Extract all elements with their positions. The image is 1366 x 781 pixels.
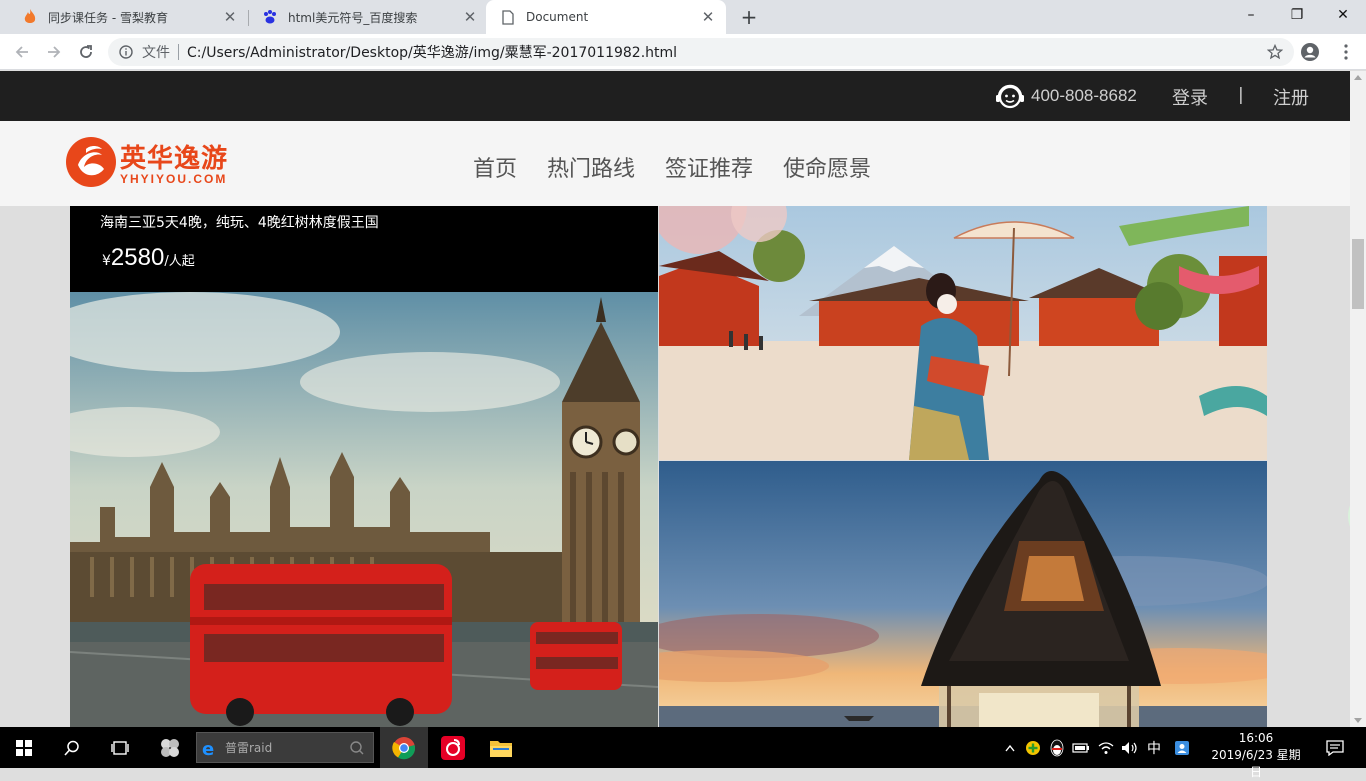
reload-icon xyxy=(80,45,92,58)
nav-home[interactable]: 首页 xyxy=(473,151,517,183)
ime-indicator[interactable]: 中 xyxy=(1142,727,1166,768)
taskbar-search-box[interactable]: e 普雷raid xyxy=(196,732,374,763)
task-view-icon xyxy=(111,740,129,755)
island-tour-image[interactable] xyxy=(659,461,1267,727)
tab-baidu[interactable]: html美元符号_百度搜索 ✕ xyxy=(248,0,488,34)
tour-title: 海南三亚5天4晚，纯玩、4晚红树林度假王国 xyxy=(100,215,379,231)
search-icon xyxy=(64,740,79,756)
tab-document[interactable]: Document ✕ xyxy=(486,0,726,34)
file-explorer-button[interactable] xyxy=(478,727,524,768)
site-header: 英华逸游 YHYIYOU.COM 首页 热门路线 签证推荐 使命愿景 xyxy=(0,121,1350,206)
tray-app-2[interactable] xyxy=(1046,727,1068,768)
notification-icon xyxy=(1326,739,1344,756)
brand-domain: YHYIYOU.COM xyxy=(120,172,228,186)
volume-icon[interactable] xyxy=(1118,727,1142,768)
app-360-button[interactable] xyxy=(148,727,192,768)
tab-label: 同步课任务 - 雪梨教育 xyxy=(48,10,168,25)
baidu-paw-icon xyxy=(262,9,278,25)
chevron-up-icon xyxy=(1005,744,1015,751)
price-unit: /人起 xyxy=(164,254,195,269)
tray-app-3[interactable] xyxy=(1170,727,1194,768)
hotline-number: 400-808-8682 xyxy=(1031,86,1137,105)
register-link[interactable]: 注册 xyxy=(1273,84,1309,110)
featured-tour-card[interactable]: 海南三亚5天4晚，纯玩、4晚红树林度假王国 ¥2580/人起 xyxy=(70,206,658,292)
minimize-button[interactable]: – xyxy=(1228,0,1274,30)
restore-button[interactable]: ❐ xyxy=(1274,0,1320,30)
nav-visa[interactable]: 签证推荐 xyxy=(665,151,753,183)
reload-button[interactable] xyxy=(74,40,98,64)
netease-music-button[interactable] xyxy=(430,727,476,768)
site-topbar: 400-808-8682 登录 | 注册 xyxy=(0,71,1350,121)
omnibox-divider xyxy=(178,44,179,60)
show-hidden-icons-button[interactable] xyxy=(1000,727,1020,768)
account-avatar-icon[interactable] xyxy=(1300,42,1320,62)
close-tab-icon[interactable]: ✕ xyxy=(700,9,716,25)
start-button[interactable] xyxy=(0,727,48,768)
green-plus-icon xyxy=(1026,740,1040,755)
flame-icon xyxy=(22,9,38,25)
topbar-separator: | xyxy=(1238,85,1244,105)
url-text[interactable]: C:/Users/Administrator/Desktop/英华逸游/img/… xyxy=(187,42,1262,62)
tray-app-1[interactable] xyxy=(1022,727,1044,768)
search-magnifier-icon xyxy=(350,740,364,754)
document-icon xyxy=(500,9,516,25)
brand-logo-icon[interactable] xyxy=(64,135,118,189)
japan-tour-image[interactable] xyxy=(659,206,1267,460)
customer-service-icon xyxy=(996,84,1024,109)
chrome-taskbar-button[interactable] xyxy=(380,727,428,768)
close-tab-icon[interactable]: ✕ xyxy=(462,9,478,25)
contact-card-icon xyxy=(1175,740,1189,755)
browser-tabstrip: 同步课任务 - 雪梨教育 ✕ html美元符号_百度搜索 ✕ Document … xyxy=(0,0,1366,34)
back-button[interactable] xyxy=(10,40,34,64)
close-window-button[interactable]: ✕ xyxy=(1320,0,1366,30)
clock-time: 16:06 xyxy=(1238,731,1274,745)
close-tab-icon[interactable]: ✕ xyxy=(222,9,238,25)
scroll-down-arrow-icon[interactable] xyxy=(1354,718,1362,723)
forward-button[interactable] xyxy=(42,40,66,64)
browser-menu-icon[interactable] xyxy=(1336,42,1356,62)
browser-toolbar: 文件 C:/Users/Administrator/Desktop/英华逸游/i… xyxy=(0,34,1366,70)
login-link[interactable]: 登录 xyxy=(1172,84,1208,110)
folder-icon xyxy=(490,740,512,757)
taskbar-clock[interactable]: 16:06 2019/6/23 星期日 xyxy=(1206,730,1306,781)
tour-price: ¥2580/人起 xyxy=(102,244,195,272)
taskbar-search-text: 普雷raid xyxy=(225,741,273,755)
svg-text:e: e xyxy=(202,739,214,757)
brand-name[interactable]: 英华逸游 xyxy=(120,138,228,175)
windows-taskbar: e 普雷raid 中 16:06 2019/6/23 星期日 xyxy=(0,727,1366,779)
windows-logo-icon xyxy=(16,739,32,756)
scrollbar-thumb[interactable] xyxy=(1352,239,1364,309)
battery-icon[interactable] xyxy=(1070,727,1092,768)
forward-arrow-icon xyxy=(48,46,61,58)
wifi-icon[interactable] xyxy=(1094,727,1118,768)
search-button[interactable] xyxy=(48,727,96,768)
nav-mission[interactable]: 使命愿景 xyxy=(783,151,871,183)
back-arrow-icon xyxy=(15,46,28,58)
address-bar[interactable]: 文件 C:/Users/Administrator/Desktop/英华逸游/i… xyxy=(108,38,1294,66)
currency-symbol: ¥ xyxy=(102,253,111,269)
london-tour-image[interactable] xyxy=(70,292,658,727)
music-app-icon xyxy=(441,735,465,760)
action-center-button[interactable] xyxy=(1320,727,1350,768)
tab-label: html美元符号_百度搜索 xyxy=(288,10,418,25)
chrome-icon xyxy=(392,736,416,759)
scheme-label: 文件 xyxy=(142,45,170,61)
nav-hot-routes[interactable]: 热门路线 xyxy=(547,151,635,183)
price-value: 2580 xyxy=(110,244,165,271)
tab-label: Document xyxy=(526,10,589,24)
new-tab-button[interactable]: + xyxy=(738,6,760,28)
scroll-up-arrow-icon[interactable] xyxy=(1354,75,1362,80)
clock-date: 2019/6/23 星期日 xyxy=(1211,748,1301,779)
bookmark-star-icon[interactable] xyxy=(1262,39,1288,65)
flower-app-icon xyxy=(161,738,179,757)
ie-browser-icon: e xyxy=(202,739,214,757)
info-icon[interactable] xyxy=(118,44,134,60)
page-scrollbar[interactable] xyxy=(1350,71,1366,727)
tab-xueli[interactable]: 同步课任务 - 雪梨教育 ✕ xyxy=(8,0,248,34)
qq-penguin-icon xyxy=(1050,739,1064,756)
page-viewport: 400-808-8682 登录 | 注册 英华逸游 YHYIYOU.COM 首页… xyxy=(0,71,1350,727)
task-view-button[interactable] xyxy=(96,727,144,768)
